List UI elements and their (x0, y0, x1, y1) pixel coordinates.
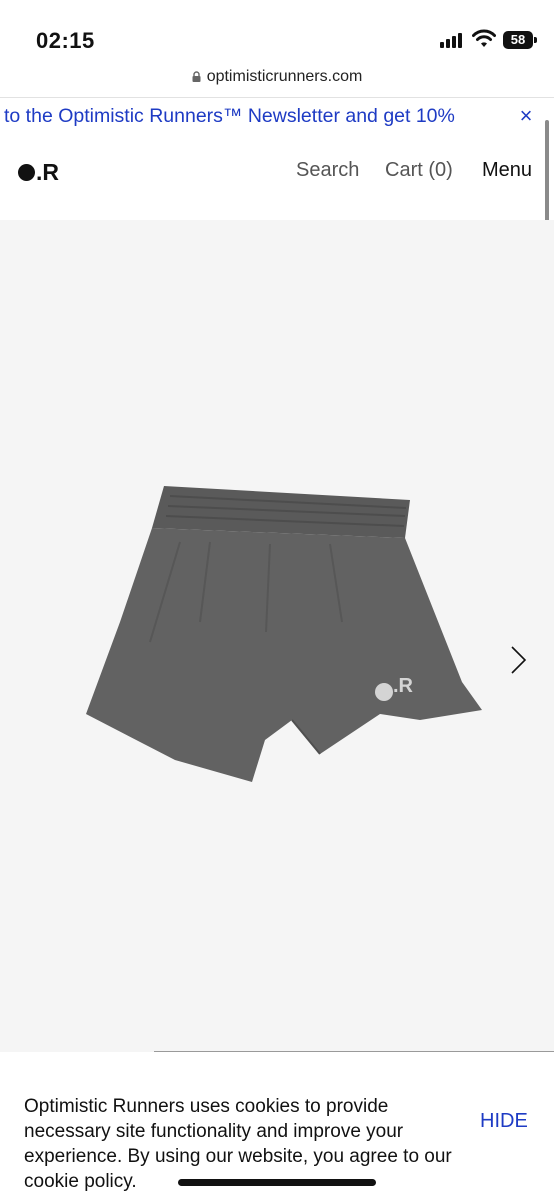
battery-cap (534, 37, 537, 43)
status-time: 02:15 (36, 28, 95, 53)
logo[interactable]: .R (18, 158, 59, 185)
cookie-banner: Optimistic Runners uses cookies to provi… (0, 1052, 554, 1200)
hide-cookie-button[interactable]: HIDE (480, 1110, 528, 1133)
announcement-text[interactable]: to the Optimistic Runners™ Newsletter an… (4, 105, 500, 128)
cart-link[interactable]: Cart (0) (385, 159, 453, 182)
product-logo-text: .R (393, 675, 413, 697)
lock-icon (192, 71, 201, 82)
status-bar: 02:15 58 (0, 0, 554, 62)
site-header: .R Search Cart (0) Menu (0, 136, 554, 220)
wifi-icon (472, 29, 496, 47)
product-gallery: .R (0, 220, 554, 1052)
logo-dot-icon (18, 163, 35, 181)
chevron-right-icon[interactable] (506, 645, 530, 675)
close-icon[interactable]: × (515, 105, 537, 127)
menu-button[interactable]: Menu (482, 159, 532, 182)
search-link[interactable]: Search (296, 159, 359, 182)
battery-level: 58 (503, 31, 533, 49)
url-text: optimisticrunners.com (206, 68, 363, 85)
announcement-bar: to the Optimistic Runners™ Newsletter an… (0, 98, 554, 136)
browser-url-bar[interactable]: optimisticrunners.com (0, 62, 554, 98)
home-indicator[interactable] (178, 1179, 376, 1186)
product-image-shorts (86, 486, 482, 782)
logo-text: .R (36, 158, 59, 185)
cellular-signal-icon (440, 32, 464, 48)
